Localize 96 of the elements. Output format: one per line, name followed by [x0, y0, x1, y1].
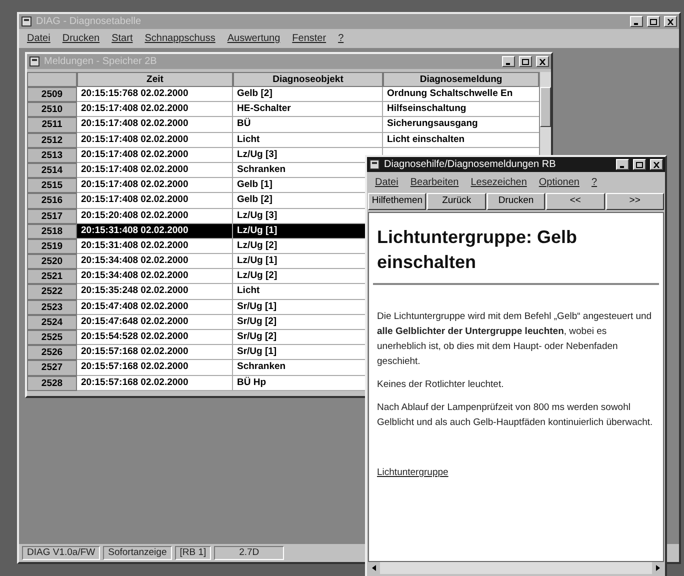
row-header[interactable]: 2527 — [27, 360, 77, 376]
app-icon — [29, 56, 40, 67]
maximize-button[interactable] — [633, 159, 646, 170]
row-header[interactable]: 2528 — [27, 376, 77, 391]
close-icon — [653, 162, 660, 168]
close-icon — [667, 18, 674, 24]
minimize-button[interactable] — [502, 56, 515, 67]
row-header[interactable]: 2516 — [27, 193, 77, 208]
row-header[interactable]: 2510 — [27, 102, 77, 118]
close-icon — [539, 58, 546, 64]
help-link[interactable]: Lichtuntergruppe — [369, 466, 456, 480]
row-header[interactable]: 2511 — [27, 117, 77, 133]
maximize-button[interactable] — [519, 56, 532, 67]
status-field: Sofortanzeige — [103, 546, 172, 560]
menu-item[interactable]: Drucken — [62, 31, 100, 46]
app-icon — [21, 16, 32, 27]
table-cell: 20:15:31:408 02.02.2000 — [77, 224, 233, 239]
menu-item[interactable]: Lesezeichen — [470, 175, 527, 190]
table-cell: 20:15:15:768 02.02.2000 — [77, 87, 233, 102]
status-field: [RB 1] — [174, 546, 212, 560]
table-cell: 20:15:17:408 02.02.2000 — [77, 117, 233, 133]
row-header[interactable]: 2526 — [27, 345, 77, 360]
close-button[interactable] — [650, 159, 663, 170]
column-header[interactable]: Diagnosemeldung — [383, 72, 539, 87]
table-cell: Ordnung Schaltschwelle En — [383, 87, 539, 102]
scroll-left-icon[interactable] — [368, 562, 380, 574]
row-header[interactable]: 2517 — [27, 208, 77, 224]
table-cell: 20:15:17:408 02.02.2000 — [77, 148, 233, 163]
row-header[interactable]: 2515 — [27, 178, 77, 194]
table-cell: 20:15:47:408 02.02.2000 — [77, 300, 233, 315]
minimize-button[interactable] — [616, 159, 629, 170]
menu-item[interactable]: Optionen — [538, 175, 580, 190]
row-header[interactable]: 2522 — [27, 284, 77, 300]
table-cell: HE-Schalter — [233, 102, 383, 118]
table-cell: 20:15:34:408 02.02.2000 — [77, 254, 233, 270]
table-cell: 20:15:17:408 02.02.2000 — [77, 193, 233, 208]
maximize-icon — [650, 18, 657, 24]
table-cell: 20:15:17:408 02.02.2000 — [77, 162, 233, 178]
menu-item[interactable]: ? — [338, 31, 344, 46]
help-paragraph: Nach Ablauf der Lampenprüfzeit von 800 ms werden sowohl Gelblicht und als auch Gelb-Hauptfäden kontinuierlich überwacht. — [377, 401, 654, 430]
app-icon — [369, 159, 380, 170]
table-cell: 20:15:17:408 02.02.2000 — [77, 178, 233, 194]
table-cell: Licht einschalten — [383, 132, 539, 148]
row-header[interactable]: 2513 — [27, 148, 77, 163]
row-header[interactable]: 2509 — [27, 87, 77, 102]
close-button[interactable] — [536, 56, 549, 67]
row-header[interactable]: 2519 — [27, 238, 77, 254]
table-cell: 20:15:34:408 02.02.2000 — [77, 269, 233, 284]
column-header[interactable]: Zeit — [77, 72, 233, 87]
toolbar-button[interactable]: >> — [606, 193, 664, 210]
minimize-button[interactable] — [630, 16, 643, 27]
row-header[interactable]: 2518 — [27, 224, 77, 239]
column-header[interactable]: Diagnoseobjekt — [233, 72, 383, 87]
table-cell: 20:15:57:168 02.02.2000 — [77, 345, 233, 360]
table-cell: 20:15:17:408 02.02.2000 — [77, 102, 233, 118]
menu-item[interactable]: Datei — [27, 31, 50, 46]
status-field: DIAG V1.0a/FW — [22, 546, 100, 560]
close-button[interactable] — [664, 16, 677, 27]
table-cell: 20:15:17:408 02.02.2000 — [77, 132, 233, 148]
toolbar-button[interactable]: Hilfethemen — [368, 193, 426, 210]
table-cell: BÜ — [233, 117, 383, 133]
window-title: Diagnosehilfe/Diagnosemeldungen RB — [384, 158, 556, 172]
status-field: 2.7D — [214, 546, 284, 560]
table-cell: Hilfseinschaltung — [383, 102, 539, 118]
row-header[interactable]: 2524 — [27, 314, 77, 330]
scroll-right-icon[interactable] — [652, 562, 664, 574]
toolbar-button[interactable]: Zurück — [427, 193, 486, 210]
scroll-thumb[interactable] — [540, 87, 551, 127]
table-cell: Gelb [2] — [233, 87, 383, 102]
menu-item[interactable]: Auswertung — [227, 31, 280, 46]
maximize-icon — [636, 162, 643, 168]
table-cell: Licht — [233, 132, 383, 148]
row-header[interactable]: 2525 — [27, 330, 77, 346]
menu-item[interactable]: Schnappschuss — [144, 31, 216, 46]
table-cell: 20:15:35:248 02.02.2000 — [77, 284, 233, 300]
table-cell: 20:15:31:408 02.02.2000 — [77, 238, 233, 254]
table-cell: 20:15:54:528 02.02.2000 — [77, 330, 233, 346]
row-header[interactable]: 2523 — [27, 300, 77, 315]
row-header[interactable]: 2512 — [27, 132, 77, 148]
menu-item[interactable]: Start — [112, 31, 133, 46]
maximize-icon — [522, 58, 529, 64]
row-header[interactable]: 2521 — [27, 269, 77, 284]
table-cell: Sicherungsausgang — [383, 117, 539, 133]
table-cell: 20:15:57:168 02.02.2000 — [77, 360, 233, 376]
maximize-button[interactable] — [647, 16, 660, 27]
table-cell: 20:15:20:408 02.02.2000 — [77, 208, 233, 224]
toolbar-button[interactable]: Drucken — [486, 193, 546, 210]
horizontal-scrollbar[interactable] — [368, 562, 664, 574]
toolbar-button[interactable]: << — [546, 193, 605, 210]
menu-item[interactable]: Bearbeiten — [410, 175, 459, 190]
menu-item[interactable]: ? — [591, 175, 598, 190]
table-cell: 20:15:57:168 02.02.2000 — [77, 376, 233, 391]
row-header[interactable]: 2514 — [27, 162, 77, 178]
row-header[interactable]: 2520 — [27, 254, 77, 270]
menu-item[interactable]: Fenster — [292, 31, 326, 46]
table-cell: 20:15:47:648 02.02.2000 — [77, 314, 233, 330]
